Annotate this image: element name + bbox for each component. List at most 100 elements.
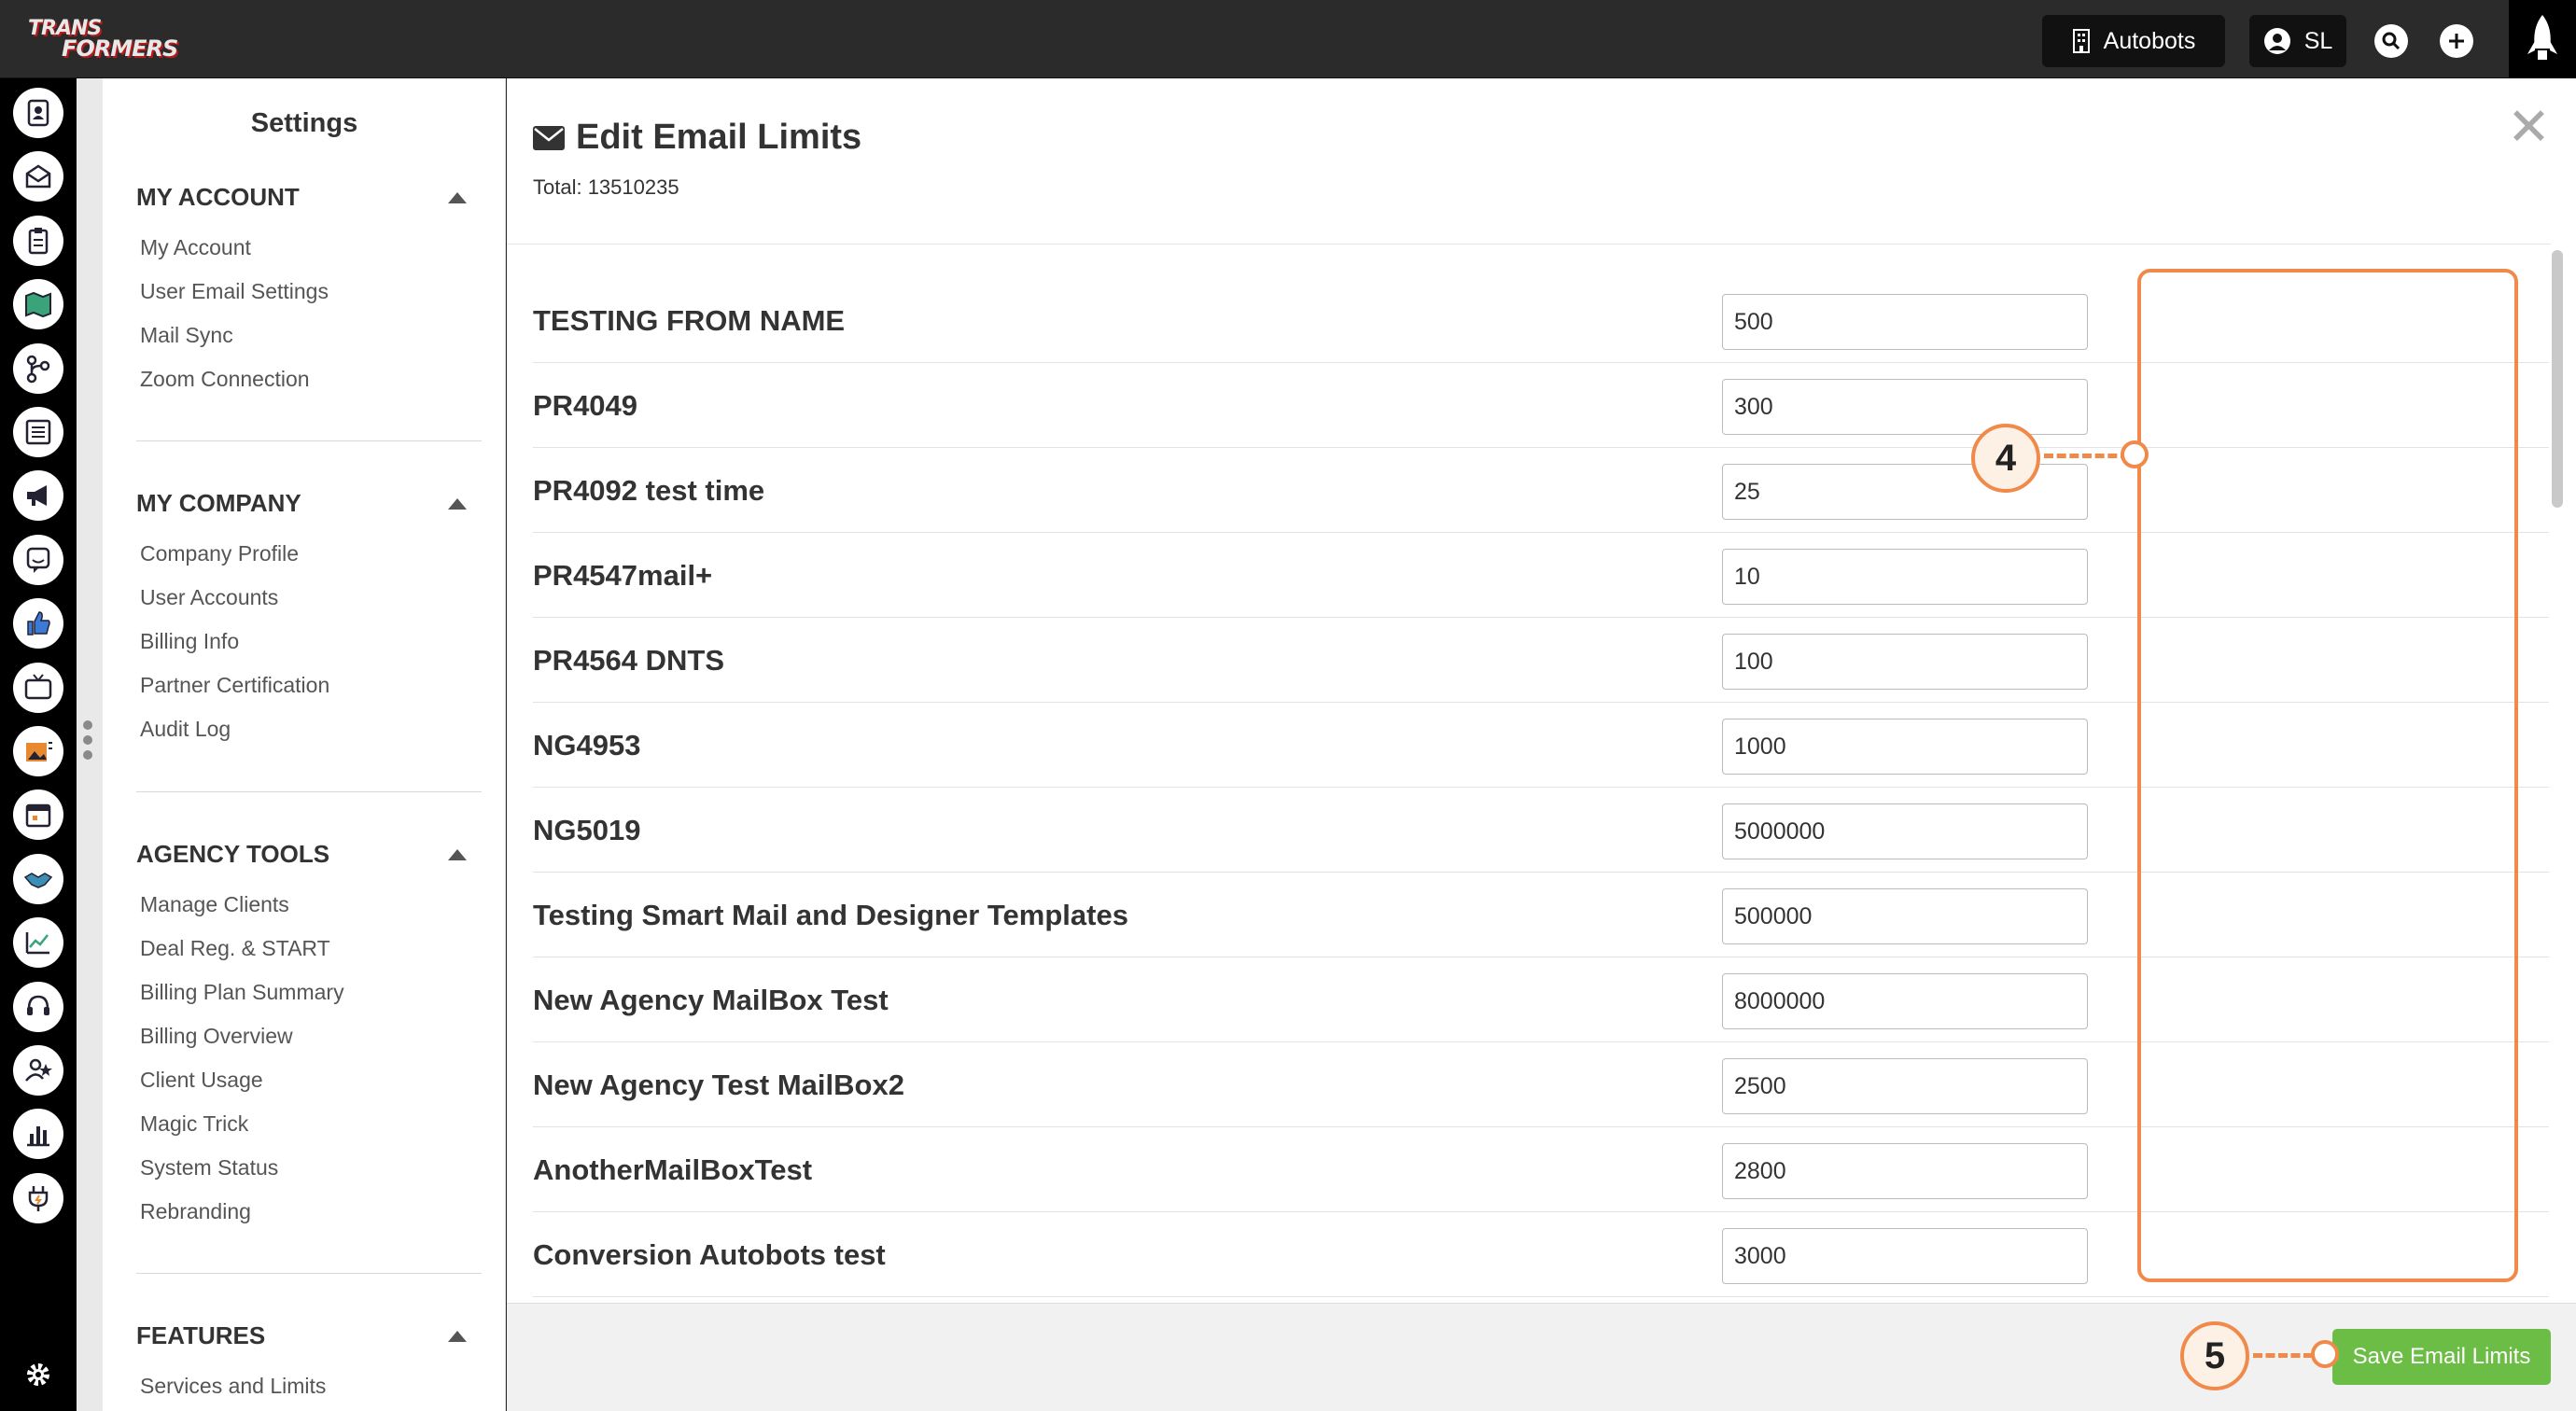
rail-list-button[interactable] <box>13 407 63 457</box>
settings-link[interactable]: Manage Clients <box>140 892 289 917</box>
top-bar: TRANS FORMERS Autobots SL <box>0 0 2576 78</box>
total-count: Total: 13510235 <box>533 175 679 199</box>
modal-title: Edit Email Limits <box>533 118 861 158</box>
chat-bot-icon <box>26 547 50 573</box>
rail-map-button[interactable] <box>13 279 63 330</box>
add-button[interactable] <box>2440 24 2473 58</box>
email-limit-input[interactable] <box>1722 1058 2088 1114</box>
avatar-icon <box>2263 28 2290 54</box>
collapse-caret-icon[interactable] <box>448 498 467 510</box>
mailbox-name: Testing Smart Mail and Designer Template… <box>533 899 1128 931</box>
mailbox-name: PR4092 test time <box>533 474 765 507</box>
mailbox-name: PR4049 <box>533 389 638 422</box>
map-icon <box>25 292 51 318</box>
email-limit-input[interactable] <box>1722 1143 2088 1199</box>
step-5-pointer <box>2311 1340 2339 1368</box>
rail-handshake-button[interactable] <box>13 853 63 904</box>
gear-icon[interactable] <box>24 1361 52 1389</box>
settings-link[interactable]: User Accounts <box>140 585 278 610</box>
scrollbar[interactable] <box>2552 250 2563 508</box>
app-icon-rail <box>0 78 77 1411</box>
settings-link[interactable]: Client Usage <box>140 1068 263 1093</box>
email-limit-input[interactable] <box>1722 379 2088 435</box>
email-limit-input[interactable] <box>1722 634 2088 690</box>
inputs-highlight-box <box>2137 269 2518 1282</box>
rail-clipboard-button[interactable] <box>13 215 63 266</box>
settings-title: Settings <box>250 108 358 138</box>
settings-link[interactable]: Company Profile <box>140 541 299 566</box>
rail-email-button[interactable] <box>13 151 63 203</box>
rail-contacts-button[interactable] <box>13 88 63 138</box>
settings-link[interactable]: Rebranding <box>140 1199 251 1224</box>
thumbs-up-icon <box>27 611 50 636</box>
step-4-badge: 4 <box>1971 424 2040 493</box>
email-limit-input[interactable] <box>1722 973 2088 1029</box>
user-menu-button[interactable]: SL <box>2249 15 2346 67</box>
section-divider <box>136 440 482 441</box>
user-star-icon <box>25 1058 52 1082</box>
settings-link[interactable]: Billing Overview <box>140 1024 293 1049</box>
section-divider <box>136 1273 482 1274</box>
rail-tv-button[interactable] <box>13 662 63 713</box>
handshake-icon <box>23 872 53 888</box>
rail-chat-bot-button[interactable] <box>13 534 63 585</box>
step-5-badge: 5 <box>2180 1321 2249 1390</box>
email-limit-input[interactable] <box>1722 719 2088 775</box>
mailbox-name: TESTING FROM NAME <box>533 304 846 337</box>
building-icon <box>2072 29 2090 53</box>
calendar-icon <box>25 804 51 828</box>
rail-support-button[interactable] <box>13 981 63 1032</box>
settings-link[interactable]: Audit Log <box>140 717 231 742</box>
section-title: MY ACCOUNT <box>136 183 300 211</box>
settings-link[interactable]: Billing Plan Summary <box>140 980 344 1005</box>
rail-calendar-button[interactable] <box>13 789 63 841</box>
step-4-pointer <box>2121 440 2149 468</box>
rail-megaphone-button[interactable] <box>13 470 63 522</box>
rail-plug-button[interactable] <box>13 1172 63 1223</box>
email-limit-input[interactable] <box>1722 549 2088 605</box>
settings-link[interactable]: Services and Limits <box>140 1374 326 1399</box>
resize-handle[interactable] <box>83 720 96 767</box>
rail-reports-button[interactable] <box>13 1109 63 1160</box>
modal-title-text: Edit Email Limits <box>576 118 862 157</box>
workflow-icon <box>26 355 50 383</box>
collapse-caret-icon[interactable] <box>448 1331 467 1342</box>
transformers-logo[interactable]: TRANS FORMERS <box>17 17 194 62</box>
settings-link[interactable]: Magic Trick <box>140 1111 248 1137</box>
email-limit-input[interactable] <box>1722 803 2088 859</box>
settings-link[interactable]: My Account <box>140 235 251 260</box>
envelope-icon <box>533 125 565 150</box>
agency-switcher-button[interactable]: Autobots <box>2042 15 2225 67</box>
step-5-connector <box>2253 1353 2313 1358</box>
settings-panel: Settings MY ACCOUNT My Account User Email … <box>103 78 506 1411</box>
settings-link[interactable]: Mail Sync <box>140 323 233 348</box>
rail-analytics-button[interactable] <box>13 917 63 969</box>
collapse-caret-icon[interactable] <box>448 192 467 203</box>
search-icon <box>2382 32 2401 50</box>
collapse-caret-icon[interactable] <box>448 849 467 860</box>
settings-link[interactable]: Billing Info <box>140 629 239 654</box>
rail-user-star-button[interactable] <box>13 1045 63 1096</box>
search-button[interactable] <box>2374 24 2408 58</box>
email-limit-input[interactable] <box>1722 294 2088 350</box>
settings-link[interactable]: User Email Settings <box>140 279 329 304</box>
email-limit-input[interactable] <box>1722 1228 2088 1284</box>
settings-link[interactable]: Partner Certification <box>140 673 329 698</box>
email-limit-input[interactable] <box>1722 888 2088 944</box>
rail-media-button[interactable] <box>13 726 63 776</box>
step-4-connector <box>2044 454 2130 458</box>
save-email-limits-button[interactable]: Save Email Limits <box>2332 1329 2551 1385</box>
contacts-icon <box>27 99 49 127</box>
user-initials: SL <box>2303 27 2333 54</box>
mailbox-name: NG4953 <box>533 729 641 761</box>
rail-thumbs-up-button[interactable] <box>13 598 63 650</box>
mailbox-name: Conversion Autobots test <box>533 1238 886 1271</box>
settings-link[interactable]: System Status <box>140 1155 278 1180</box>
settings-link[interactable]: Deal Reg. & START <box>140 936 330 961</box>
launch-button[interactable] <box>2509 0 2576 78</box>
rail-workflow-button[interactable] <box>13 342 63 394</box>
mailbox-name: New Agency MailBox Test <box>533 984 889 1016</box>
close-icon[interactable]: ✕ <box>2507 97 2551 158</box>
settings-link[interactable]: Zoom Connection <box>140 367 310 392</box>
clipboard-icon <box>28 227 49 255</box>
